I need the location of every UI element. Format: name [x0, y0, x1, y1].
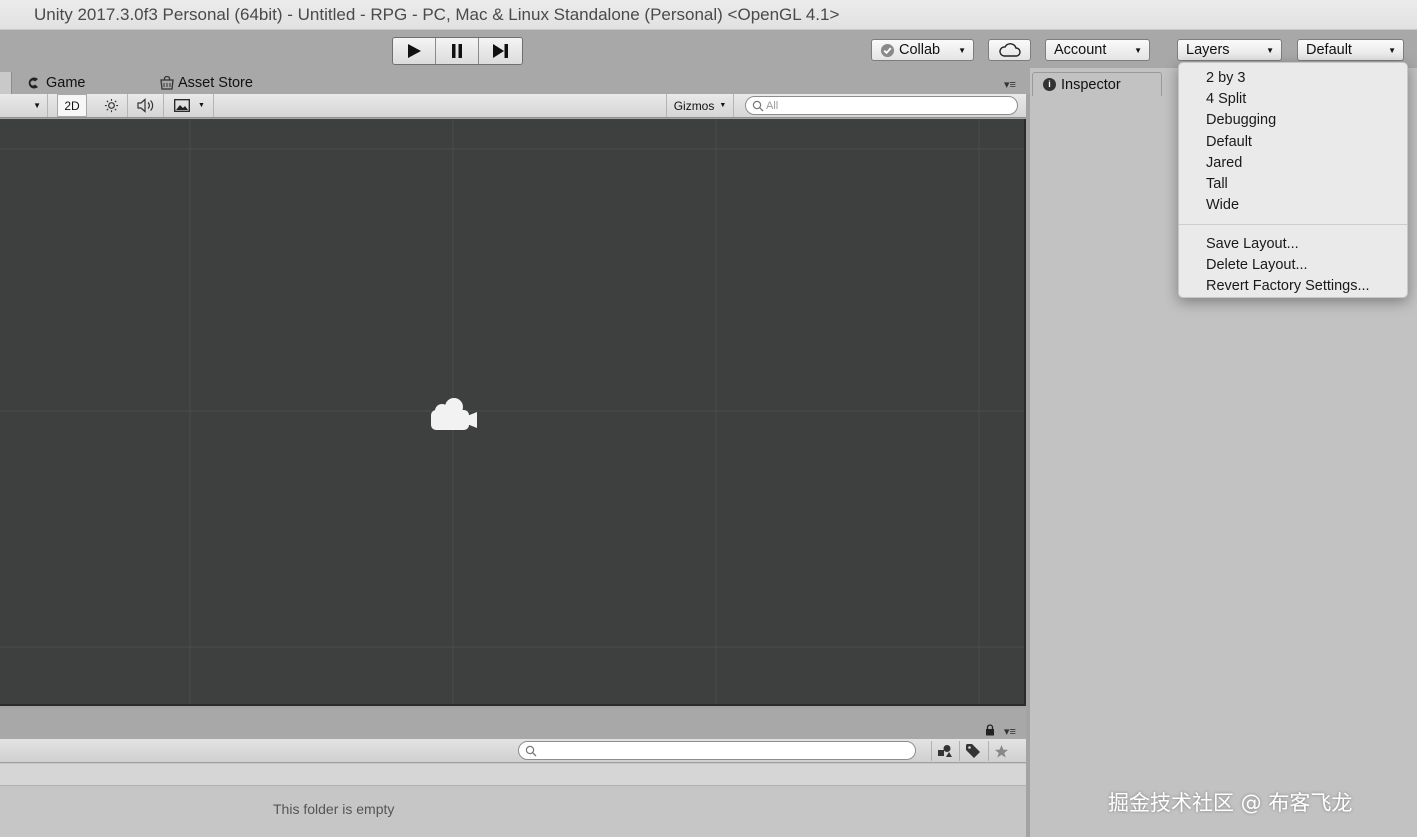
effects-dropdown[interactable]: ▼ [164, 94, 214, 117]
account-dropdown[interactable]: Account ▼ [1045, 39, 1150, 61]
menu-item-layout-action[interactable]: Save Layout... [1179, 233, 1407, 254]
chevron-down-icon: ▼ [1134, 46, 1142, 55]
project-content [0, 786, 1026, 837]
checkmark-circle-icon [880, 43, 895, 57]
sun-icon [104, 98, 119, 113]
tab-inspector-label: Inspector [1061, 76, 1121, 93]
tab-game-label: Game [46, 75, 86, 91]
panel-menu-icon[interactable]: ▾≡ [1004, 78, 1016, 91]
layout-dropdown[interactable]: Default ▼ [1297, 39, 1404, 61]
cloud-icon [998, 43, 1021, 57]
step-icon [492, 44, 508, 58]
account-label: Account [1054, 42, 1107, 58]
lighting-toggle[interactable] [96, 94, 128, 117]
mode-2d-label: 2D [64, 98, 80, 113]
audio-toggle[interactable] [128, 94, 164, 117]
project-search-input[interactable] [518, 741, 916, 760]
project-panel: ▾≡ This folder is empty [0, 708, 1026, 837]
play-button[interactable] [393, 38, 436, 64]
project-tab-bar: ▾≡ [0, 708, 1026, 739]
menu-item-layout[interactable]: Jared [1179, 152, 1407, 173]
tab-asset-store[interactable]: Asset Store [152, 72, 302, 94]
filter-by-type-button[interactable] [931, 741, 957, 761]
pause-button[interactable] [436, 38, 479, 64]
layout-menu: 2 by 34 Split Debugging Default Jared Tall Wi… [1178, 62, 1408, 298]
info-icon: i [1043, 78, 1056, 91]
panel-menu-icon[interactable]: ▾≡ [1004, 725, 1016, 738]
scene-toolbar: ▼ 2D ▼ Gizmos ▼ All [0, 94, 1026, 118]
tag-icon [965, 744, 980, 758]
search-icon [752, 100, 764, 111]
shapes-icon [937, 745, 952, 757]
collab-button[interactable]: Collab ▼ [871, 39, 974, 61]
speaker-icon [136, 98, 153, 113]
collab-label: Collab [899, 42, 941, 58]
menu-item-layout-action[interactable]: Revert Factory Settings... [1179, 276, 1407, 297]
chevron-down-icon: ▼ [1266, 46, 1274, 55]
gizmos-dropdown[interactable]: Gizmos ▼ [666, 94, 734, 117]
layout-label: Default [1306, 42, 1352, 58]
chevron-down-icon: ▼ [33, 101, 41, 110]
store-icon [160, 76, 174, 90]
mode-2d-toggle[interactable]: 2D [57, 94, 87, 117]
tab-inspector[interactable]: i Inspector [1032, 72, 1162, 96]
menu-item-layout-action[interactable]: Delete Layout... [1179, 254, 1407, 275]
image-icon [174, 99, 190, 112]
filter-by-label-button[interactable] [959, 741, 985, 761]
window-title: Unity 2017.3.0f3 Personal (64bit) - Unti… [34, 5, 840, 24]
menu-item-layout[interactable]: 4 Split [1179, 88, 1407, 109]
empty-folder-message: This folder is empty [273, 801, 395, 817]
chevron-down-icon: ▼ [958, 46, 966, 55]
game-controller-icon [28, 77, 38, 89]
watermark: 掘金技术社区 @ 布客飞龙 [1108, 791, 1353, 815]
draw-mode-dropdown[interactable]: ▼ [0, 94, 48, 117]
scene-grid [0, 119, 1024, 704]
chevron-down-icon: ▼ [198, 102, 205, 109]
step-button[interactable] [479, 38, 522, 64]
menu-item-layout[interactable]: 2 by 3 [1179, 67, 1407, 88]
chevron-down-icon: ▼ [1388, 46, 1396, 55]
scene-search-input[interactable]: All [745, 96, 1018, 115]
menu-item-layout[interactable]: Tall [1179, 173, 1407, 194]
pause-icon [452, 44, 462, 58]
editor-tab-row: Game Asset Store ▾≡ [0, 68, 1030, 94]
chevron-down-icon: ▼ [719, 102, 727, 109]
menu-item-layout[interactable]: Default [1179, 131, 1407, 152]
layers-label: Layers [1186, 42, 1230, 58]
scene-view[interactable] [0, 119, 1026, 706]
search-icon [525, 745, 537, 756]
gizmos-label: Gizmos [673, 98, 715, 113]
star-icon [994, 744, 1009, 758]
cloud-button[interactable] [988, 39, 1031, 61]
camera-gizmo-icon[interactable] [429, 396, 479, 434]
menu-separator [1179, 224, 1407, 226]
menu-item-layout[interactable]: Wide [1179, 195, 1407, 216]
project-toolbar [0, 739, 1026, 763]
layers-dropdown[interactable]: Layers ▼ [1177, 39, 1282, 61]
tab-asset-store-label: Asset Store [178, 75, 253, 91]
menu-item-layout[interactable]: Debugging [1179, 110, 1407, 131]
play-icon [408, 44, 421, 58]
lock-icon[interactable] [985, 724, 995, 736]
window-titlebar: Unity 2017.3.0f3 Personal (64bit) - Unti… [0, 0, 1417, 30]
favorites-button[interactable] [988, 741, 1014, 761]
search-placeholder: All [766, 99, 779, 112]
project-breadcrumb-bar [0, 764, 1026, 786]
tab-game[interactable]: Game [0, 72, 152, 94]
playback-controls [392, 37, 523, 65]
